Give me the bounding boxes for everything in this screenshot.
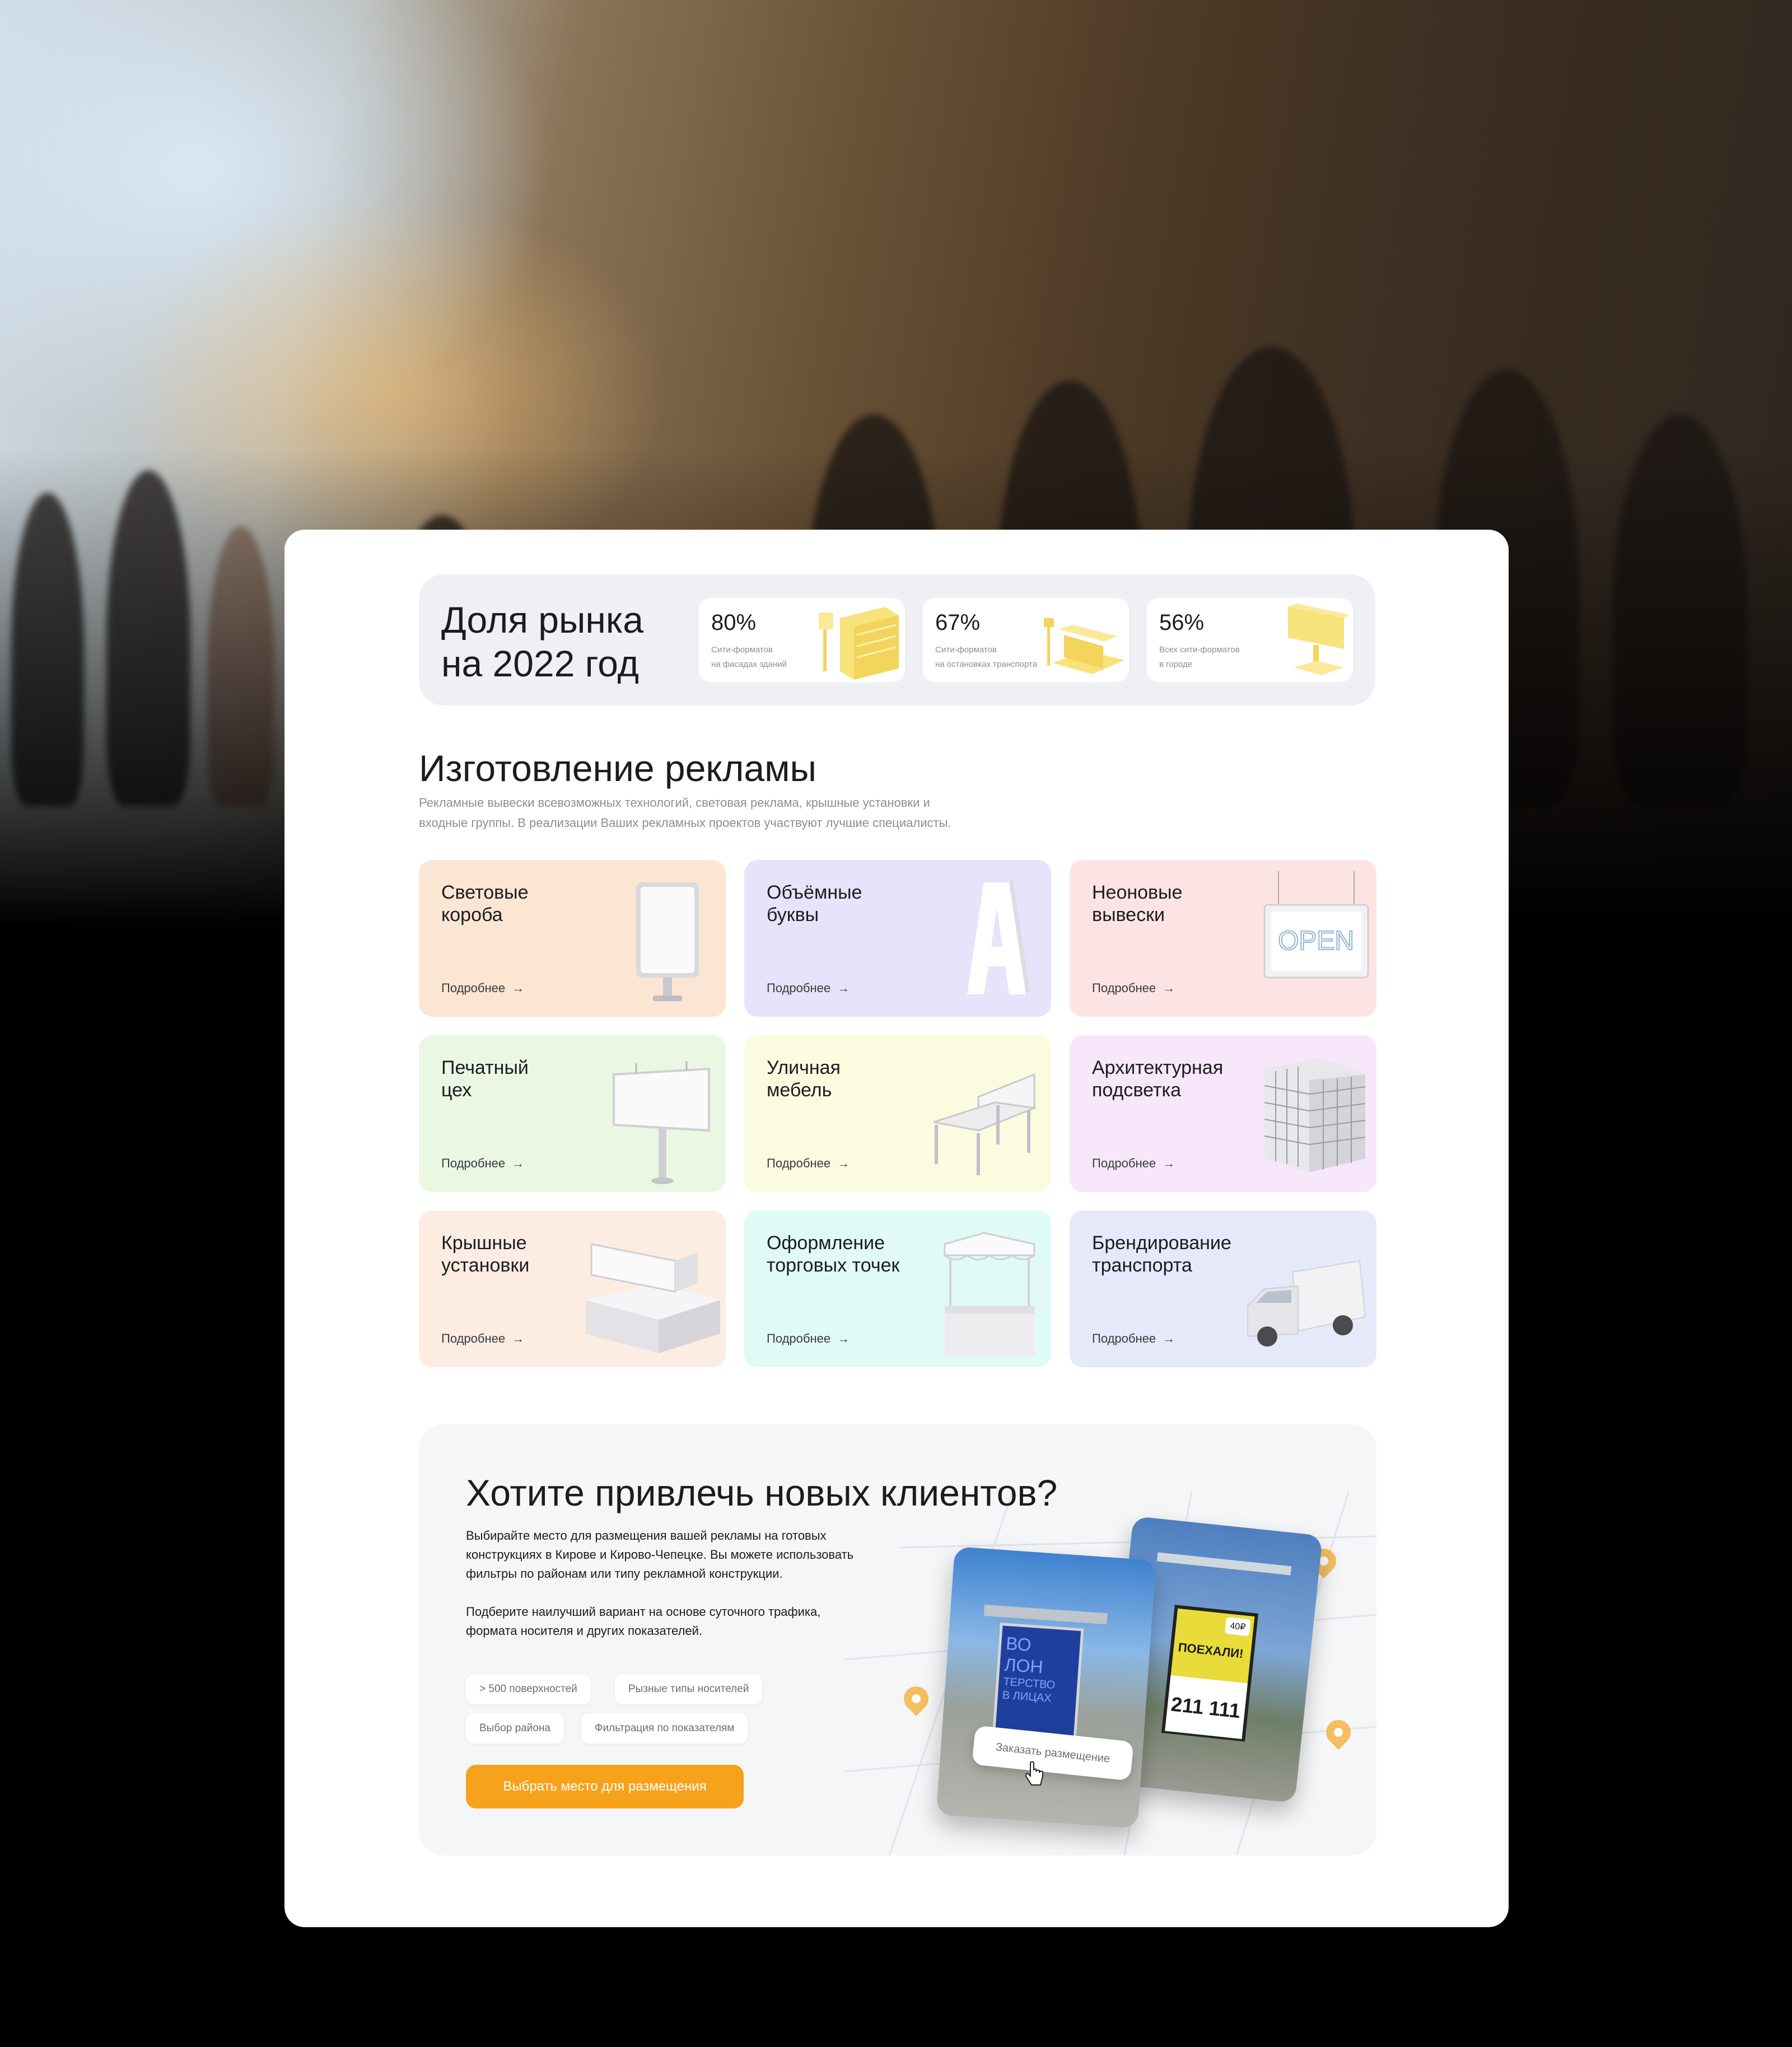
arrow-right-icon: → (512, 1156, 525, 1170)
tile-volume-letters[interactable]: Объёмные буквы Подробнее → (744, 860, 1051, 1017)
crowd-figure (106, 470, 190, 806)
tile-vehicle-branding[interactable]: Брендирование транспорта Подробнее → (1070, 1211, 1376, 1367)
more-link[interactable]: Подробнее → (1092, 1156, 1175, 1171)
more-link[interactable]: Подробнее → (441, 981, 524, 996)
arrow-right-icon: → (1163, 1156, 1175, 1170)
market-share-panel: Доля рынка на 2022 год 80% Сити-форматов… (419, 574, 1375, 705)
more-link[interactable]: Подробнее → (767, 1156, 850, 1171)
arrow-right-icon: → (837, 1331, 850, 1345)
stat-caption: Сити-форматов на фасадах зданий (711, 645, 787, 669)
bench-icon (933, 1073, 1038, 1175)
tile-neon-signs[interactable]: Неоновые вывески Подробнее → OPEN (1070, 860, 1376, 1017)
poster-poehali: 40₽ ПОЕХАЛИ! 211 111 (1161, 1605, 1259, 1742)
promo-title: Хотите привлечь новых клиентов? (466, 1472, 1058, 1513)
roof-sign-icon (586, 1243, 720, 1353)
more-link[interactable]: Подробнее → (1092, 981, 1175, 996)
promo-paragraph: Подберите наилучший вариант на основе су… (466, 1605, 821, 1638)
truck-icon (1247, 1260, 1366, 1347)
section-description: Рекламные вывески всевозможных технологи… (419, 796, 951, 830)
stat-card-stops: 67% Сити-форматов на остановках транспор… (923, 598, 1129, 682)
tile-street-furniture[interactable]: Уличная мебель Подробнее → (744, 1035, 1051, 1192)
stat-value: 67% (935, 610, 981, 635)
stat-card-city: 56% Всех сити-форматов в городе (1147, 598, 1353, 682)
more-link[interactable]: Подробнее → (767, 981, 850, 996)
feature-chip: Выбор района (466, 1713, 564, 1744)
section-title: Изготовление рекламы (419, 747, 816, 789)
arrow-right-icon: → (837, 1156, 850, 1170)
arrow-right-icon: → (837, 981, 850, 995)
hand-cursor-icon (1025, 1761, 1043, 1786)
stat-value: 56% (1159, 610, 1205, 635)
feature-chip: Рызные типы носителей (615, 1674, 763, 1704)
light-box-icon (636, 882, 699, 1001)
crowd-figure (1613, 414, 1747, 806)
building-facade-icon (819, 607, 899, 680)
office-building-icon (1264, 1058, 1366, 1172)
neon-open-sign-icon: OPEN (1263, 871, 1369, 979)
letter-a-icon (967, 880, 1030, 994)
stat-card-facades: 80% Сити-форматов на фасадах зданий (699, 598, 905, 682)
market-share-title: Доля рынка на 2022 год (441, 599, 643, 684)
tile-roof-installations[interactable]: Крышные установки Подробнее → (419, 1211, 726, 1367)
tile-architectural-lighting[interactable]: Архитектурная подсветка Подробнее → (1070, 1035, 1376, 1192)
more-link[interactable]: Подробнее → (441, 1156, 524, 1171)
arrow-right-icon: → (1163, 1331, 1175, 1345)
choose-place-button[interactable]: Выбрать место для размещения (466, 1765, 744, 1808)
promo-paragraph: Выбирайте место для размещения вашей рек… (466, 1529, 854, 1581)
stat-value: 80% (711, 610, 757, 635)
arrow-right-icon: → (1163, 981, 1175, 995)
crowd-figure (207, 526, 274, 806)
tile-retail-design[interactable]: Оформление торговых точек Подробнее → (744, 1211, 1051, 1367)
svg-text:OPEN: OPEN (1278, 926, 1354, 956)
tile-print-shop[interactable]: Печатный цех Подробнее → (419, 1035, 726, 1192)
arrow-right-icon: → (512, 1331, 525, 1345)
tile-light-boxes[interactable]: Световые короба Подробнее → (419, 860, 726, 1017)
bus-stop-icon (1044, 618, 1124, 674)
feature-chip: > 500 поверхностей (466, 1674, 591, 1704)
crowd-figure (11, 493, 84, 806)
feature-chip: Фильтрация по показателям (581, 1713, 748, 1744)
market-stall-icon (944, 1232, 1035, 1356)
billboard-icon (613, 1061, 710, 1184)
billboard-icon (1288, 604, 1350, 675)
promo-panel: Хотите привлечь новых клиентов? Выбирайт… (419, 1424, 1376, 1856)
more-link[interactable]: Подробнее → (1092, 1331, 1175, 1346)
more-link[interactable]: Подробнее → (767, 1331, 850, 1346)
more-link[interactable]: Подробнее → (441, 1331, 524, 1346)
street-photo: ВО ЛОН ТЕРСТВО В ЛИЦАХ (936, 1546, 1156, 1829)
content-card: Доля рынка на 2022 год 80% Сити-форматов… (284, 530, 1509, 1927)
arrow-right-icon: → (512, 981, 525, 995)
stat-caption: Всех сити-форматов в городе (1159, 645, 1240, 669)
